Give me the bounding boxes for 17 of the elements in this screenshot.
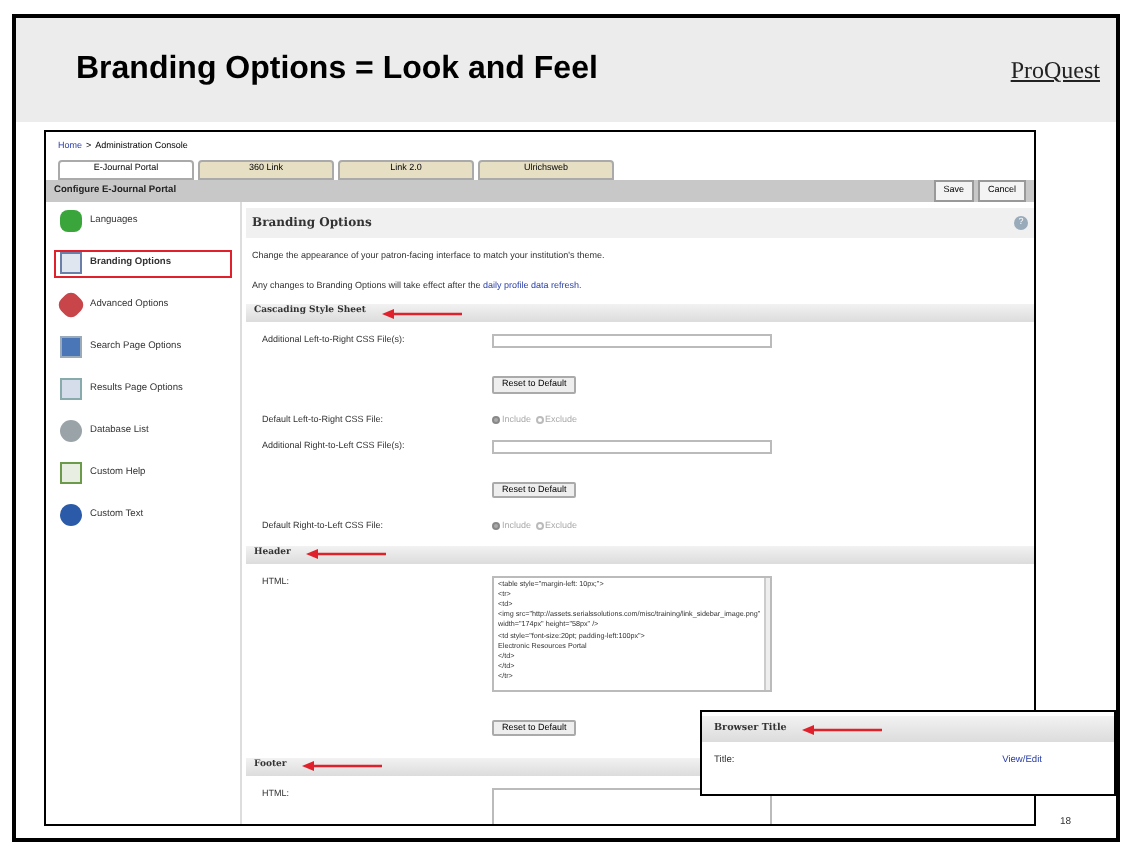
annotation-arrow	[802, 723, 883, 735]
list-page-icon	[60, 378, 82, 400]
slide-title: Branding Options = Look and Feel	[76, 50, 598, 90]
radio-button[interactable]	[535, 416, 544, 425]
annotation-arrow	[302, 760, 383, 772]
annotation-arrow	[306, 548, 387, 560]
html-textarea[interactable]	[492, 575, 772, 691]
scrollbar	[764, 577, 770, 689]
help-page-icon	[60, 462, 82, 484]
radio-button[interactable]	[535, 522, 544, 531]
logo: ProQuest	[1010, 54, 1100, 88]
radio-button[interactable]	[492, 416, 500, 425]
annotation-arrow	[381, 307, 462, 319]
input-field[interactable]	[492, 439, 772, 454]
radio-button[interactable]	[492, 522, 500, 531]
page-icon	[60, 252, 82, 274]
input-field[interactable]	[492, 334, 772, 348]
